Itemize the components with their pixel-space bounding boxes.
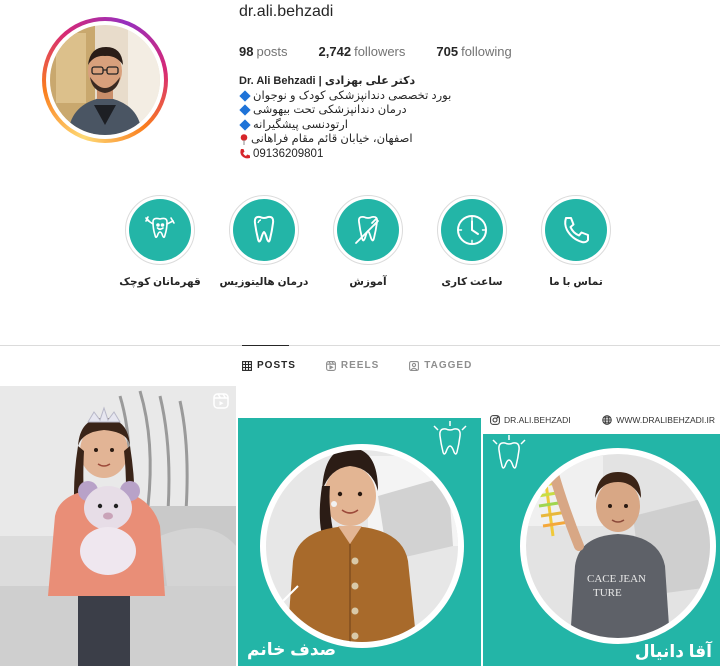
highlight-working-hours[interactable]: ساعت کاری <box>420 195 524 288</box>
post-thumbnail-reel[interactable] <box>0 386 236 666</box>
profile-tabs: POSTS REELS TAGGED <box>242 360 502 371</box>
profile-avatar-story-ring[interactable] <box>42 17 168 143</box>
tagged-icon <box>409 360 420 371</box>
avatar <box>50 25 160 135</box>
blue-diamond-icon <box>239 119 251 131</box>
story-highlights: قهرمانان کوچک درمان هالیتوزیس آموزش ساعت… <box>108 195 628 288</box>
grid-icon <box>242 360 252 371</box>
bio-line-specialty: بورد تخصصی دندانپزشکی کودک و نوجوان <box>239 89 469 104</box>
blue-diamond-icon <box>239 90 251 102</box>
clock-icon <box>457 215 487 245</box>
profile-stats: 98 posts 2,742 followers 705 following <box>239 44 543 59</box>
bio-name: Dr. Ali Behzadi | دکتر علی بهزادی <box>239 75 416 87</box>
highlight-little-heroes[interactable]: قهرمانان کوچک <box>108 195 212 288</box>
post-thumbnail-boy[interactable]: CACE JEAN TURE DR.ALI.BEHZADI WWW.DRALIB… <box>483 386 720 666</box>
tab-tagged[interactable]: TAGGED <box>409 360 472 371</box>
bio-line-phone[interactable]: 09136209801 <box>239 147 469 162</box>
tooth-hero-icon <box>145 216 175 239</box>
tab-reels[interactable]: REELS <box>325 360 379 371</box>
stat-following[interactable]: 705 following <box>436 44 511 59</box>
post-website: WWW.DRALIBEHZADI.IR <box>602 415 715 425</box>
globe-icon <box>602 415 613 425</box>
svg-text:TURE: TURE <box>593 587 622 599</box>
highlight-education[interactable]: آموزش <box>316 195 420 288</box>
post-handle: DR.ALI.BEHZADI <box>490 415 571 425</box>
bio-line-address: اصفهان، خیابان قائم مقام فراهانی <box>239 132 469 147</box>
profile-username: dr.ali.behzadi <box>239 3 334 20</box>
stat-posts: 98 posts <box>239 44 288 59</box>
tooth-icon <box>253 215 275 243</box>
blue-diamond-icon <box>239 104 251 117</box>
highlight-halitosis[interactable]: درمان هالیتوزیس <box>212 195 316 288</box>
post-thumbnail-girl[interactable]: صدف خانم <box>238 386 481 666</box>
bio-line-orthodontics: ارتودنسی پیشگیرانه <box>239 118 469 133</box>
highlight-contact-us[interactable]: تماس با ما <box>524 195 628 288</box>
location-pin-icon <box>240 134 248 146</box>
profile-bio: Dr. Ali Behzadi | دکتر علی بهزادی بورد ت… <box>239 74 469 162</box>
stat-followers[interactable]: 2,742 followers <box>319 44 406 59</box>
post-caption: صدف خانم <box>247 640 337 659</box>
tab-posts[interactable]: POSTS <box>242 360 296 371</box>
instagram-icon <box>490 415 500 425</box>
bio-line-anesthesia: درمان دندانپزشکی تحت بیهوشی <box>239 103 469 118</box>
svg-text:CACE JEAN: CACE JEAN <box>587 573 646 585</box>
post-branding-row: DR.ALI.BEHZADI WWW.DRALIBEHZADI.IR <box>490 415 715 425</box>
reels-icon <box>325 360 336 371</box>
reel-icon <box>213 393 229 409</box>
tabs-divider <box>0 345 720 346</box>
telephone-icon <box>240 149 250 159</box>
active-tab-indicator <box>242 345 289 346</box>
toothbrush-tooth-icon <box>355 215 379 244</box>
phone-icon <box>564 217 589 244</box>
post-caption: آقا دانیال <box>634 642 712 661</box>
